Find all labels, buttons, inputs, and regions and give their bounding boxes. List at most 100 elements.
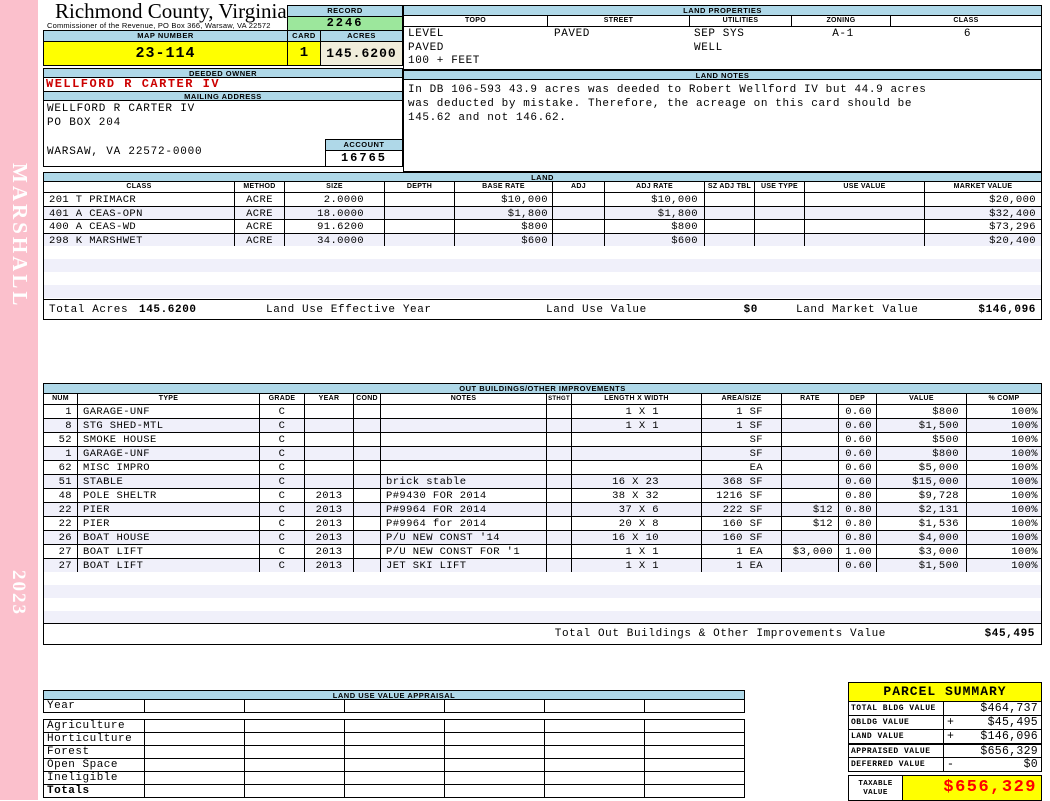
value-cell [144,771,245,785]
cell-market-value: $20,400 [924,232,1042,247]
cell-area-size: 368 SF [701,474,782,489]
address-line-1: WELLFORD R CARTER IV [47,103,196,115]
cell-class: 298 K MARSHWET [43,232,235,247]
land-use-row: Open Space [43,758,745,772]
land-use-row: Agriculture [43,719,745,733]
cell-size: 18.0000 [284,205,385,220]
cell-year: 2013 [304,488,354,503]
cell-year: 2013 [304,558,354,573]
row-label: Agriculture [43,719,145,733]
cell-sthgt [546,516,572,531]
out-buildings-empty-rows [43,572,1042,624]
cell-area-size: 1216 SF [701,488,782,503]
summary-label: LAND VALUE [848,729,944,744]
card-value: 1 [287,41,321,66]
cell-dep: 0.60 [838,404,877,419]
cell-sz-adj-tbl [704,232,755,247]
cell-depth [384,232,455,247]
out-buildings-rows: 1 GARAGE-UNF C 1 X 1 1 SF 0.60 $800 100%… [43,404,1042,573]
cell-value: $1,500 [876,558,967,573]
parcel-summary-row: LAND VALUE + $146,096 [848,729,1042,744]
summary-label: APPRAISED VALUE [848,743,944,758]
cell-notes: P/U NEW CONST FOR '1 [380,544,547,559]
value-cell [144,732,245,746]
cell-value: $1,536 [876,516,967,531]
cell-notes [380,446,547,461]
cell-area-size: 1 EA [701,558,782,573]
cell-use-value [804,219,925,234]
cell-cond [353,558,381,573]
land-table: LAND CLASS METHOD SIZE DEPTH BASE RATE A… [43,172,1042,320]
cell-cond [353,460,381,475]
cell-dep: 0.80 [838,516,877,531]
cell-grade: C [259,516,305,531]
land-use-row: Forest [43,745,745,759]
topo-value: LEVEL PAVED 100 + FEET [408,28,481,67]
taxable-value-label: TAXABLE VALUE [848,775,903,801]
vendor-sidebar: MARSHALL 2023 [0,0,38,800]
summary-label: TOTAL BLDG VALUE [848,701,944,716]
cell-sthgt [546,460,572,475]
utilities-value: SEP SYS WELL [694,28,745,54]
out-building-row: 48 POLE SHELTR C 2013 P#9430 FOR 2014 38… [43,488,1042,503]
cell-dep: 0.80 [838,502,877,517]
cell-market-value: $32,400 [924,205,1042,220]
cell-type: SMOKE HOUSE [77,432,260,447]
cell-use-type [754,192,805,207]
cell-area-size: 160 SF [701,516,782,531]
value-cell [644,745,745,759]
cell-num: 22 [43,516,78,531]
value-cell [144,745,245,759]
value-cell [244,771,345,785]
cell-pct-comp: 100% [966,418,1042,433]
land-total-row: Total Acres 145.6200 Land Use Effective … [43,299,1042,320]
value-cell [344,758,445,772]
cell-use-value [804,192,925,207]
cell-cond [353,502,381,517]
cell-cond [353,530,381,545]
total-acres-label: Total Acres [49,304,129,316]
cell-year: 2013 [304,544,354,559]
cell-rate [781,488,839,503]
value-cell [544,758,645,772]
parcel-summary-row: TOTAL BLDG VALUE $464,737 [848,701,1042,716]
cell-grade: C [259,502,305,517]
cell-adj [552,219,605,234]
cell-grade: C [259,488,305,503]
cell-year [304,418,354,433]
land-use-row: Ineligible [43,771,745,785]
acres-value: 145.6200 [320,41,403,66]
cell-dep: 0.60 [838,418,877,433]
value-cell [144,758,245,772]
cell-pct-comp: 100% [966,516,1042,531]
street-value: PAVED [554,28,591,40]
cell-pct-comp: 100% [966,488,1042,503]
land-empty-rows [43,246,1042,300]
cell-depth [384,192,455,207]
cell-year: 2013 [304,502,354,517]
year-cell [444,699,545,713]
county-title: Richmond County, Virginia [55,0,287,23]
cell-area-size: SF [701,446,782,461]
cell-rate [781,446,839,461]
cell-type: MISC IMPRO [77,460,260,475]
cell-type: PIER [77,502,260,517]
cell-base-rate: $1,800 [454,205,553,220]
cell-sthgt [546,530,572,545]
value-cell [444,758,545,772]
cell-dep: 0.60 [838,446,877,461]
out-building-row: 1 GARAGE-UNF C SF 0.60 $800 100% [43,446,1042,461]
cell-depth [384,205,455,220]
out-building-row: 52 SMOKE HOUSE C SF 0.60 $500 100% [43,432,1042,447]
value-cell [544,719,645,733]
cell-adj-rate: $800 [604,219,705,234]
cell-sthgt [546,544,572,559]
cell-type: PIER [77,516,260,531]
land-use-effective-year-label: Land Use Effective Year [266,304,432,316]
cell-grade: C [259,404,305,419]
cell-notes [380,432,547,447]
cell-grade: C [259,530,305,545]
cell-num: 27 [43,558,78,573]
cell-rate [781,404,839,419]
cell-notes [380,404,547,419]
